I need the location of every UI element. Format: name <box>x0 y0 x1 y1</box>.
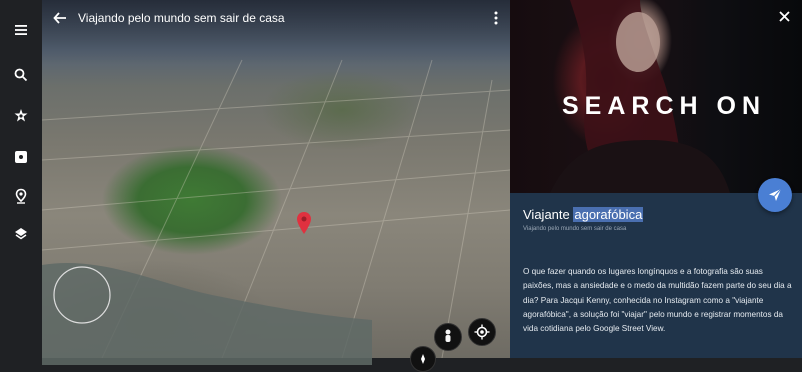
menu-icon <box>15 25 27 35</box>
story-title: Viajante agorafóbica <box>523 207 644 222</box>
location-pin[interactable] <box>297 212 311 239</box>
hero-title: SEARCH ON <box>562 92 767 120</box>
feeling-lucky-button[interactable] <box>0 139 42 175</box>
close-icon <box>778 10 790 22</box>
story-body: O que fazer quando os lugares longínquos… <box>523 267 792 334</box>
pegman-icon <box>445 329 451 342</box>
my-places-button[interactable] <box>0 178 42 214</box>
send-icon <box>769 188 782 201</box>
map-header: Viajando pelo mundo sem sair de casa <box>42 0 510 36</box>
more-options-button[interactable] <box>482 0 510 36</box>
compass-button[interactable] <box>410 346 436 372</box>
voyager-button[interactable] <box>0 98 42 134</box>
pegman-button[interactable] <box>434 323 462 351</box>
search-icon <box>14 68 28 82</box>
map-style-button[interactable] <box>0 216 42 252</box>
map-pin-icon <box>297 212 311 234</box>
my-location-button[interactable] <box>468 318 496 346</box>
share-button[interactable] <box>758 178 792 212</box>
close-button[interactable] <box>772 4 796 28</box>
hero-image: SEARCH ON <box>510 0 802 193</box>
story-title-highlight[interactable]: agorafóbica <box>573 207 644 222</box>
arrow-left-icon <box>53 12 66 24</box>
dice-icon <box>15 151 27 163</box>
voyager-icon <box>14 109 28 122</box>
more-vert-icon <box>494 11 498 25</box>
my-location-icon <box>474 324 490 340</box>
story-subtitle: Viajando pelo mundo sem sair de casa <box>523 226 627 232</box>
story-title-prefix: Viajante <box>523 207 574 222</box>
river <box>42 262 372 365</box>
nav-rail <box>0 0 42 358</box>
search-button[interactable] <box>0 57 42 93</box>
compass-icon <box>421 354 425 364</box>
layers-icon <box>15 228 27 240</box>
place-icon <box>15 188 27 204</box>
knowledge-panel: SEARCH ON Viajante agorafóbica Viajando … <box>510 0 802 358</box>
menu-button[interactable] <box>0 12 42 48</box>
back-button[interactable] <box>42 0 78 36</box>
map-title: Viajando pelo mundo sem sair de casa <box>78 11 285 25</box>
